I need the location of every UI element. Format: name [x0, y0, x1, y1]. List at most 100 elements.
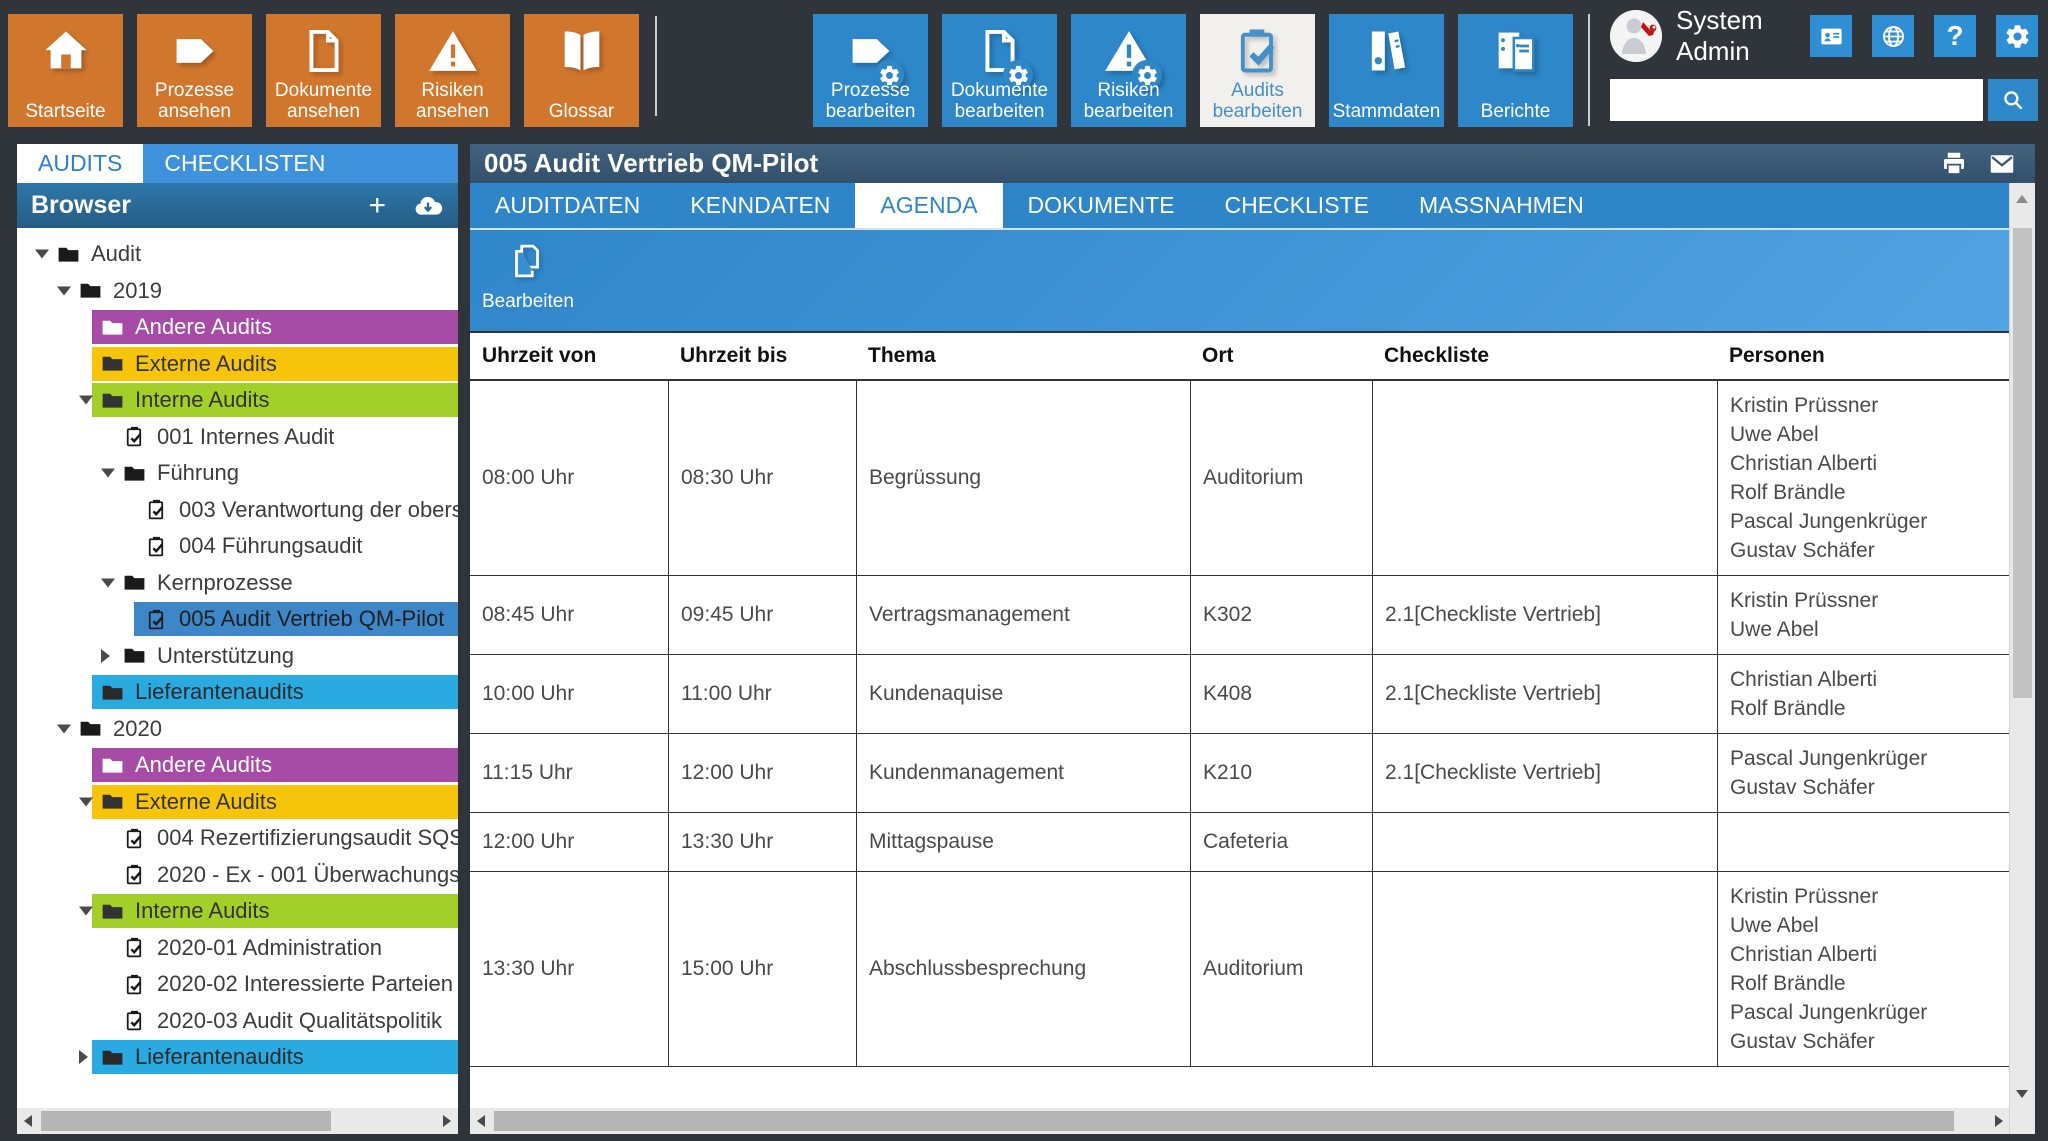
expand-arrow-icon[interactable] — [79, 1050, 88, 1064]
column-header-uhrzeit-von: Uhrzeit von — [470, 333, 668, 379]
tile-prozesse-bearbeiten[interactable]: Prozesse bearbeiten — [813, 14, 928, 127]
tab-auditdaten[interactable]: AUDITDATEN — [470, 183, 665, 228]
tree-item-001-internes-audit[interactable]: 001 Internes Audit — [17, 419, 458, 456]
tree-item-label: 2020-03 Audit Qualitätspolitik — [157, 1008, 442, 1034]
collapse-arrow-icon[interactable] — [35, 250, 49, 259]
tile-glossar[interactable]: Glossar — [524, 14, 639, 127]
agenda-row[interactable]: 08:00 Uhr08:30 UhrBegrüssungAuditoriumKr… — [470, 381, 2010, 576]
tree-item-andere-audits[interactable]: Andere Audits — [17, 747, 458, 784]
tile-dokumente-bearbeiten[interactable]: Dokumente bearbeiten — [942, 14, 1057, 127]
main-vertical-scrollbar[interactable] — [2009, 183, 2035, 1134]
collapse-arrow-icon[interactable] — [101, 469, 115, 478]
sidebar-horizontal-scrollbar[interactable] — [17, 1108, 458, 1134]
collapse-arrow-icon[interactable] — [101, 578, 115, 587]
agenda-row[interactable]: 10:00 Uhr11:00 UhrKundenaquiseK4082.1[Ch… — [470, 655, 2010, 734]
tree-item-führung[interactable]: Führung — [17, 455, 458, 492]
scroll-left-icon[interactable] — [24, 1115, 32, 1127]
tile-risiken-bearbeiten[interactable]: Risiken bearbeiten — [1071, 14, 1186, 127]
help-button[interactable]: ? — [1934, 15, 1976, 57]
scroll-up-icon[interactable] — [2016, 195, 2028, 203]
id-badge-button[interactable] — [1810, 15, 1852, 57]
settings-button[interactable] — [1996, 15, 2038, 57]
scroll-left-icon[interactable] — [477, 1115, 485, 1127]
cloud-download-icon[interactable] — [412, 190, 444, 222]
tab-massnahmen[interactable]: MASSNAHMEN — [1394, 183, 1609, 228]
tile-stammdaten[interactable]: Stammdaten — [1329, 14, 1444, 127]
search-button[interactable] — [1988, 79, 2038, 121]
scrollbar-thumb[interactable] — [2013, 228, 2032, 698]
collapse-arrow-icon[interactable] — [79, 797, 93, 806]
agenda-body: 08:00 Uhr08:30 UhrBegrüssungAuditoriumKr… — [470, 381, 2010, 1067]
tile-risiken-ansehen[interactable]: Risiken ansehen — [395, 14, 510, 127]
agenda-row[interactable]: 12:00 Uhr13:30 UhrMittagspauseCafeteria — [470, 813, 2010, 872]
agenda-row[interactable]: 08:45 Uhr09:45 UhrVertragsmanagementK302… — [470, 576, 2010, 655]
tag-icon — [137, 20, 252, 82]
tree-item-lieferantenaudits[interactable]: Lieferantenaudits — [17, 1039, 458, 1076]
cell-personen — [1717, 813, 2010, 871]
sidebar-tab-audits[interactable]: AUDITS — [17, 144, 143, 183]
book-icon — [524, 20, 639, 82]
tree-item-interne-audits[interactable]: Interne Audits — [17, 382, 458, 419]
folder-icon — [100, 789, 125, 814]
tree-item-externe-audits[interactable]: Externe Audits — [17, 346, 458, 383]
tab-checkliste[interactable]: CHECKLISTE — [1200, 183, 1394, 228]
tab-dokumente[interactable]: DOKUMENTE — [1003, 183, 1200, 228]
collapse-arrow-icon[interactable] — [79, 907, 93, 916]
tile-audits-bearbeiten[interactable]: Audits bearbeiten — [1200, 14, 1315, 127]
avatar[interactable] — [1610, 10, 1662, 62]
expand-arrow-icon[interactable] — [101, 649, 110, 663]
tree-item-2020-03-audit-qualitätspolitik[interactable]: 2020-03 Audit Qualitätspolitik — [17, 1003, 458, 1040]
tree-item-kernprozesse[interactable]: Kernprozesse — [17, 565, 458, 602]
tab-agenda[interactable]: AGENDA — [855, 183, 1002, 228]
tree-item-label: 2019 — [113, 278, 162, 304]
clipboard-check-icon — [1200, 20, 1315, 82]
cell-uhrzeit-von: 08:45 Uhr — [470, 576, 668, 654]
scroll-right-icon[interactable] — [443, 1115, 451, 1127]
tree-item-label: Externe Audits — [135, 789, 277, 815]
tab-kenndaten[interactable]: KENNDATEN — [665, 183, 855, 228]
tile-dokumente-ansehen[interactable]: Dokumente ansehen — [266, 14, 381, 127]
scroll-down-icon[interactable] — [2016, 1090, 2028, 1098]
tree-item-2019[interactable]: 2019 — [17, 273, 458, 310]
audit-icon — [122, 862, 147, 887]
folder-icon — [100, 753, 125, 778]
print-icon[interactable] — [1939, 149, 1969, 179]
tile-startseite[interactable]: Startseite — [8, 14, 123, 127]
document-icon — [942, 20, 1057, 82]
collapse-arrow-icon[interactable] — [57, 286, 71, 295]
agenda-row[interactable]: 13:30 Uhr15:00 UhrAbschlussbesprechungAu… — [470, 872, 2010, 1067]
globe-button[interactable] — [1872, 15, 1914, 57]
edit-button[interactable]: Bearbeiten — [482, 240, 572, 313]
tree-item-004-führungsaudit[interactable]: 004 Führungsaudit — [17, 528, 458, 565]
sidebar-tab-checklisten[interactable]: CHECKLISTEN — [143, 144, 346, 183]
tree-item-lieferantenaudits[interactable]: Lieferantenaudits — [17, 674, 458, 711]
tile-prozesse-ansehen[interactable]: Prozesse ansehen — [137, 14, 252, 127]
cell-thema: Begrüssung — [856, 381, 1190, 575]
tree-item-2020-01-administration[interactable]: 2020-01 Administration — [17, 930, 458, 967]
tree-item-2020-ex-001-überwachungsaudit-i[interactable]: 2020 - Ex - 001 Überwachungsaudit I — [17, 857, 458, 894]
tree-item-004-rezertifizierungsaudit-sqs-iso-9[interactable]: 004 Rezertifizierungsaudit SQS ISO 9 — [17, 820, 458, 857]
mail-icon[interactable] — [1987, 149, 2017, 179]
collapse-arrow-icon[interactable] — [57, 724, 71, 733]
topbar: StartseiteProzesse ansehenDokumente anse… — [0, 0, 2048, 140]
scrollbar-thumb[interactable] — [41, 1111, 331, 1131]
collapse-arrow-icon[interactable] — [79, 396, 93, 405]
tree-item-unterstützung[interactable]: Unterstützung — [17, 638, 458, 675]
tree-item-003-verantwortung-der-obersten-l[interactable]: 003 Verantwortung der obersten L — [17, 492, 458, 529]
tree-item-2020[interactable]: 2020 — [17, 711, 458, 748]
scroll-right-icon[interactable] — [1995, 1115, 2003, 1127]
tree-item-005-audit-vertrieb-qm-pilot[interactable]: 005 Audit Vertrieb QM-Pilot — [17, 601, 458, 638]
main-horizontal-scrollbar[interactable] — [470, 1108, 2010, 1134]
add-icon[interactable]: + — [368, 191, 386, 221]
tree-item-2020-02-interessierte-parteien[interactable]: 2020-02 Interessierte Parteien — [17, 966, 458, 1003]
tree-item-externe-audits[interactable]: Externe Audits — [17, 784, 458, 821]
cell-checkliste — [1372, 381, 1717, 575]
tree-item-interne-audits[interactable]: Interne Audits — [17, 893, 458, 930]
tree-item-label: 2020-01 Administration — [157, 935, 382, 961]
tree-item-andere-audits[interactable]: Andere Audits — [17, 309, 458, 346]
tree-item-audit[interactable]: Audit — [17, 236, 458, 273]
agenda-row[interactable]: 11:15 Uhr12:00 UhrKundenmanagementK2102.… — [470, 734, 2010, 813]
search-input[interactable] — [1610, 79, 1983, 121]
tile-berichte[interactable]: Berichte — [1458, 14, 1573, 127]
scrollbar-thumb[interactable] — [494, 1111, 1954, 1131]
